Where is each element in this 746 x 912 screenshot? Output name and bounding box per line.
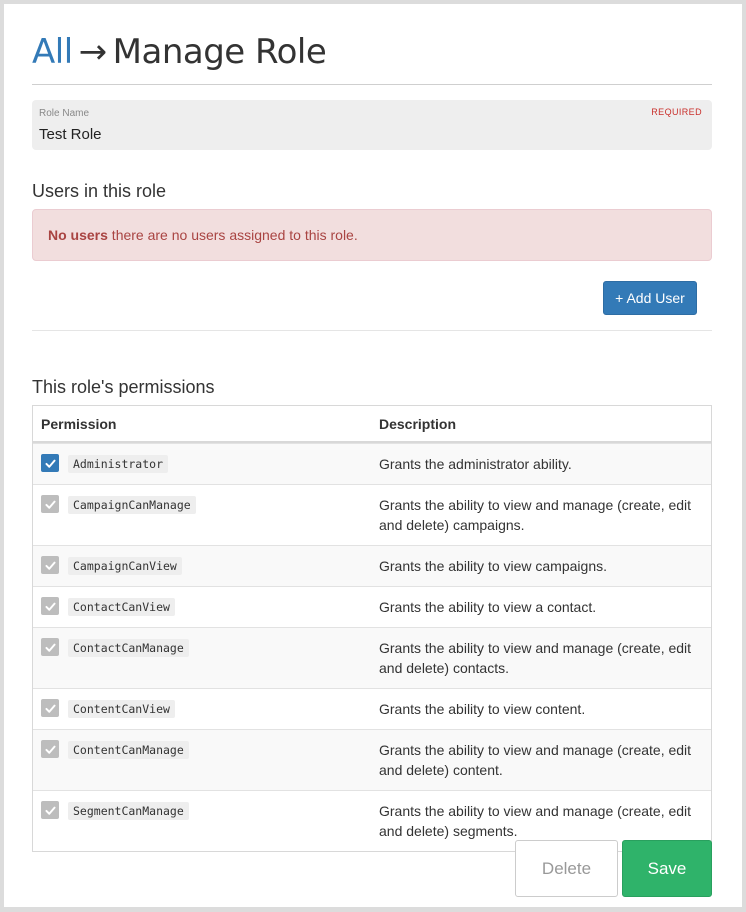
delete-button[interactable]: Delete: [515, 840, 618, 897]
check-icon: [44, 743, 57, 756]
add-user-button[interactable]: + Add User: [603, 281, 697, 315]
permission-name: Administrator: [68, 455, 169, 473]
check-icon: [44, 641, 57, 654]
permission-checkbox[interactable]: [41, 495, 59, 513]
permissions-section-heading: This role's permissions: [32, 377, 215, 397]
role-name-label: Role Name: [39, 108, 90, 119]
manage-role-card: All→Manage Role Role Name REQUIRED Users…: [4, 4, 742, 907]
permission-checkbox[interactable]: [41, 638, 59, 656]
check-icon: [44, 600, 57, 613]
permission-cell: Administrator: [33, 444, 371, 484]
alert-message: there are no users assigned to this role…: [107, 227, 358, 243]
alert-strong-text: No users: [48, 227, 108, 243]
required-badge: REQUIRED: [651, 107, 702, 117]
permission-cell: SegmentCanManage: [33, 791, 371, 851]
breadcrumb-all-link[interactable]: All: [32, 32, 73, 72]
table-row: ContentCanView Grants the ability to view…: [33, 688, 711, 729]
permission-name: ContentCanView: [68, 700, 175, 718]
role-name-field[interactable]: Role Name REQUIRED: [32, 100, 712, 150]
permission-description: Grants the ability to view and manage (c…: [379, 742, 692, 778]
table-row: CampaignCanView Grants the ability to vie…: [33, 545, 711, 586]
permission-checkbox[interactable]: [41, 597, 59, 615]
permission-name: CampaignCanManage: [68, 496, 196, 514]
permission-checkbox[interactable]: [41, 454, 59, 472]
table-header: Permission Description: [33, 406, 711, 443]
table-row: ContactCanView Grants the ability to view…: [33, 586, 711, 627]
permission-description: Grants the ability to view campaigns.: [379, 558, 607, 574]
column-header-permission: Permission: [41, 415, 117, 432]
save-button[interactable]: Save: [622, 840, 712, 897]
page-title: All → Manage Role: [32, 32, 327, 72]
table-body: Administrator Grants the administrator ab…: [33, 443, 711, 851]
permission-checkbox[interactable]: [41, 740, 59, 758]
title-divider: [32, 84, 712, 85]
table-row: ContactCanManage Grants the ability to vi…: [33, 627, 711, 688]
page-title-text: Manage Role: [112, 32, 327, 72]
permission-cell: ContactCanView: [33, 587, 371, 627]
permission-name: ContactCanManage: [68, 639, 189, 657]
permission-description: Grants the ability to view and manage (c…: [379, 497, 692, 533]
table-row: CampaignCanManage Grants the ability to v…: [33, 484, 711, 545]
permission-description: Grants the administrator ability.: [379, 456, 572, 472]
permission-description: Grants the ability to view and manage (c…: [379, 640, 692, 676]
permission-cell: CampaignCanManage: [33, 485, 371, 545]
check-icon: [44, 702, 57, 715]
table-row: Administrator Grants the administrator ab…: [33, 443, 711, 484]
breadcrumb-arrow: →: [78, 32, 108, 72]
role-name-input[interactable]: [39, 122, 639, 146]
permission-name: SegmentCanManage: [68, 802, 189, 820]
permission-cell: ContentCanView: [33, 689, 371, 729]
permission-name: ContactCanView: [68, 598, 175, 616]
permission-checkbox[interactable]: [41, 801, 59, 819]
section-divider: [32, 330, 712, 331]
permission-cell: ContentCanManage: [33, 730, 371, 790]
permission-name: CampaignCanView: [68, 557, 182, 575]
permission-checkbox[interactable]: [41, 556, 59, 574]
no-users-alert: No users there are no users assigned to …: [32, 209, 712, 261]
permission-checkbox[interactable]: [41, 699, 59, 717]
table-row: ContentCanManage Grants the ability to vi…: [33, 729, 711, 790]
check-icon: [44, 457, 57, 470]
check-icon: [44, 559, 57, 572]
users-section-heading: Users in this role: [32, 181, 167, 201]
check-icon: [44, 498, 57, 511]
permission-cell: CampaignCanView: [33, 546, 371, 586]
permission-cell: ContactCanManage: [33, 628, 371, 688]
check-icon: [44, 804, 57, 817]
permissions-table: Permission Description Administrator Gran…: [32, 405, 712, 852]
permission-description: Grants the ability to view content.: [379, 701, 586, 717]
column-header-description: Description: [379, 415, 457, 432]
permission-description: Grants the ability to view a contact.: [379, 599, 597, 615]
permission-name: ContentCanManage: [68, 741, 189, 759]
